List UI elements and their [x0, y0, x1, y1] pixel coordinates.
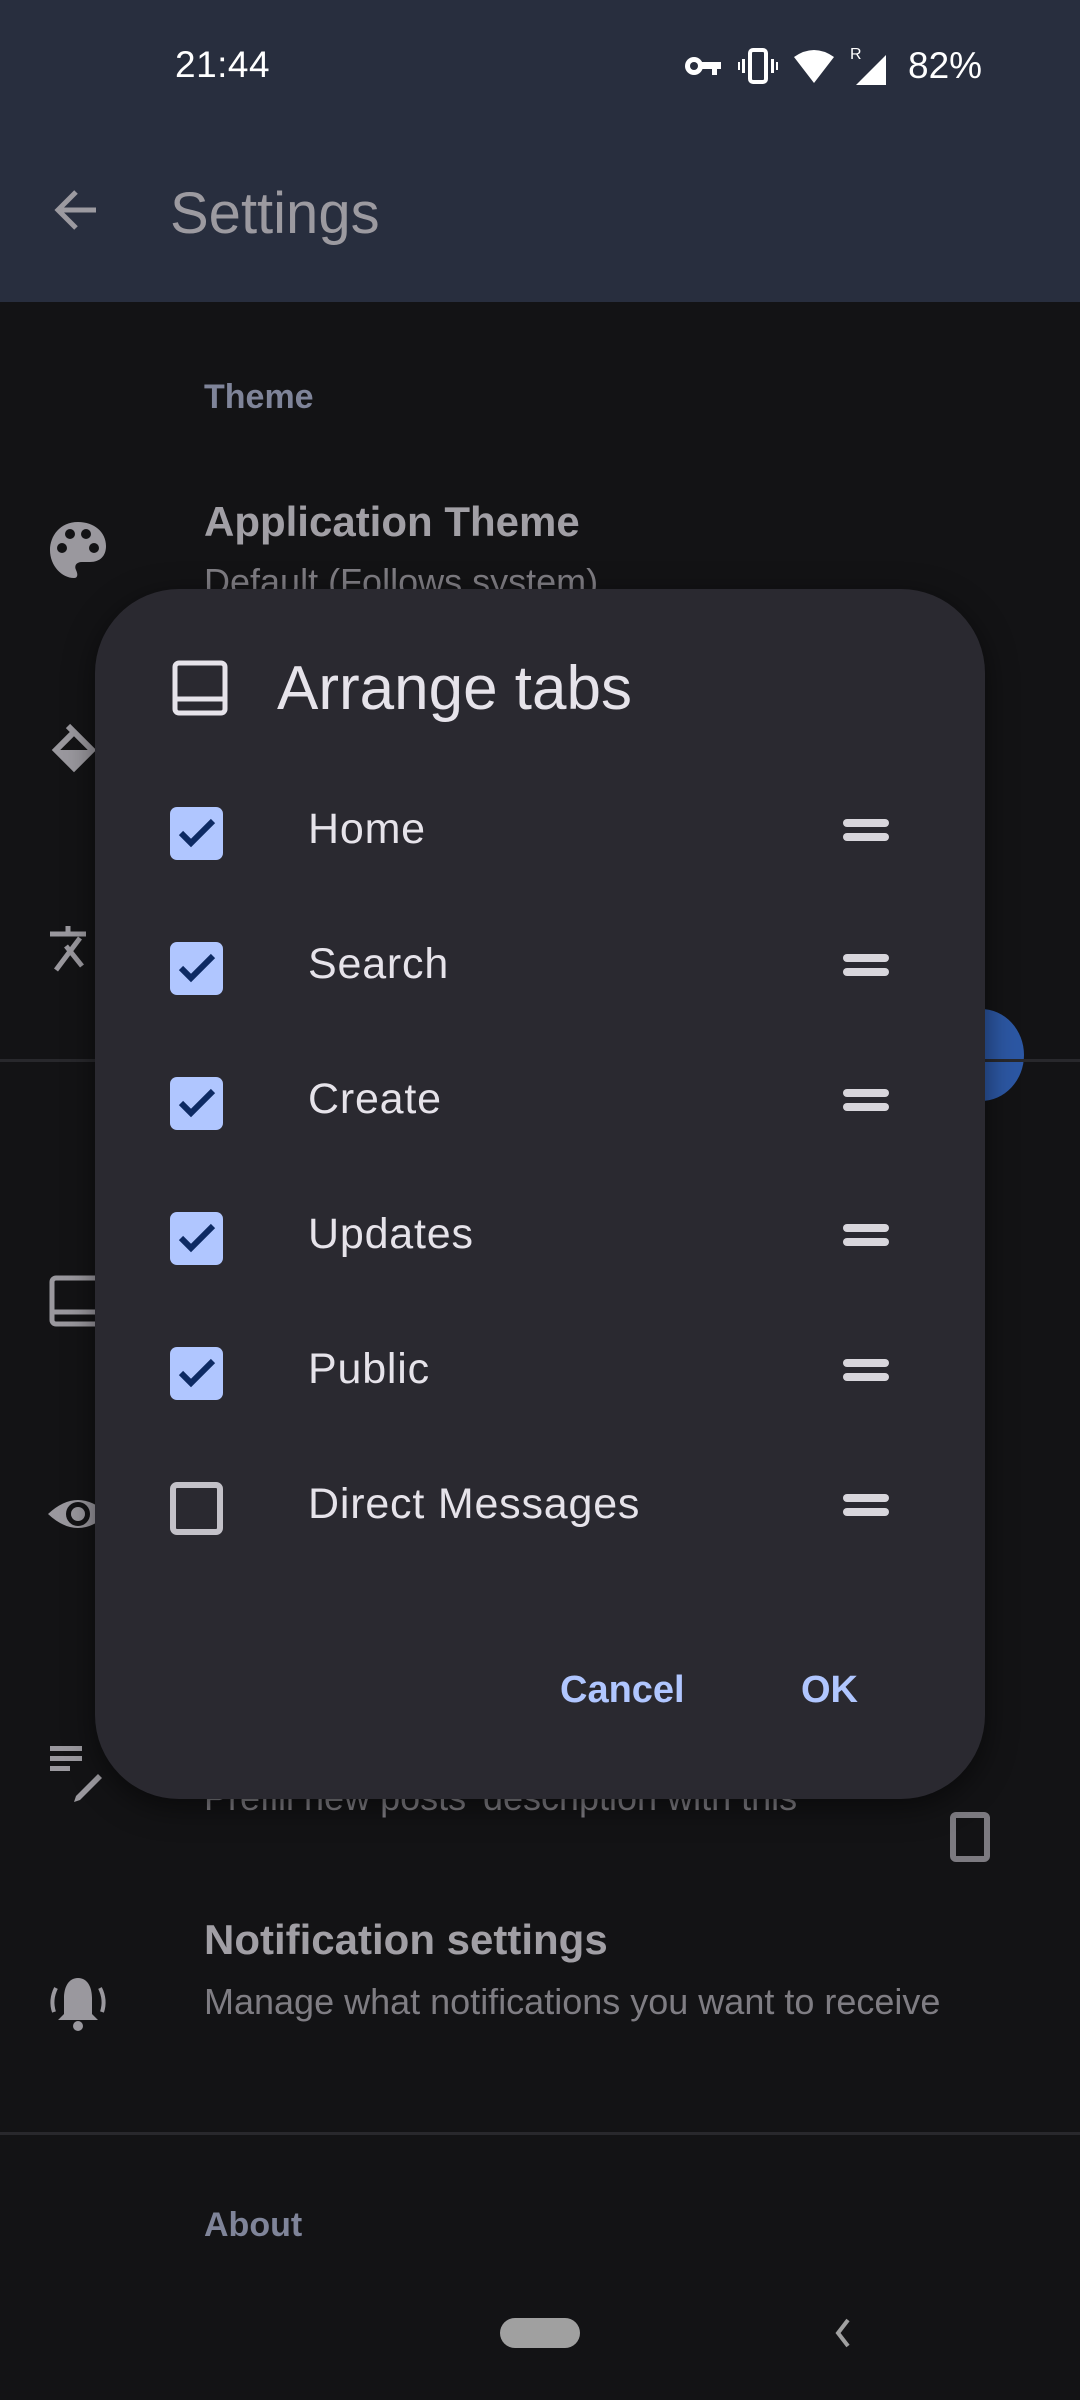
dialog-title: Arrange tabs: [277, 654, 632, 723]
tab-checkbox[interactable]: [170, 1077, 223, 1130]
tab-checkbox[interactable]: [170, 807, 223, 860]
check-icon: [178, 1088, 216, 1118]
drag-handle-icon[interactable]: [843, 1089, 889, 1117]
drag-handle-icon[interactable]: [843, 954, 889, 982]
tab-label: Home: [308, 805, 426, 853]
tab-row[interactable]: Search: [95, 902, 985, 1037]
tab-label: Create: [308, 1075, 442, 1123]
vibrate-icon: [738, 48, 778, 84]
check-icon: [178, 818, 216, 848]
tab-checkbox[interactable]: [170, 1212, 223, 1265]
check-icon: [178, 1223, 216, 1253]
top-app-bar: 21:44 R 82% Settings: [0, 0, 1080, 302]
battery-percentage: 82%: [908, 45, 983, 86]
tab-checkbox[interactable]: [170, 1482, 223, 1535]
tab-label: Direct Messages: [308, 1480, 641, 1528]
cancel-button[interactable]: Cancel: [560, 1669, 685, 1712]
tab-row[interactable]: Direct Messages: [95, 1442, 985, 1577]
signal-roaming-icon: R: [850, 46, 886, 85]
status-icons: R 82%: [684, 44, 982, 88]
arrange-tabs-dialog: Arrange tabs Home Search Create Updates Publ…: [95, 589, 985, 1799]
arrow-back-icon[interactable]: [48, 180, 108, 240]
page-title: Settings: [170, 181, 380, 246]
wifi-icon: [794, 50, 834, 83]
tab-row[interactable]: Updates: [95, 1172, 985, 1307]
back-chevron-icon[interactable]: [828, 2316, 858, 2350]
status-time: 21:44: [175, 44, 271, 85]
drag-handle-icon[interactable]: [843, 1359, 889, 1387]
tab-row[interactable]: Create: [95, 1037, 985, 1172]
tab-label: Search: [308, 940, 450, 988]
drag-handle-icon[interactable]: [843, 819, 889, 847]
svg-text:R: R: [850, 46, 862, 63]
tab-checkbox[interactable]: [170, 942, 223, 995]
tab-checkbox[interactable]: [170, 1347, 223, 1400]
drag-handle-icon[interactable]: [843, 1224, 889, 1252]
check-icon: [178, 1358, 216, 1388]
tab-icon: [172, 660, 228, 716]
home-pill[interactable]: [500, 2318, 580, 2348]
check-icon: [178, 953, 216, 983]
tab-label: Updates: [308, 1210, 474, 1258]
tab-row[interactable]: Home: [95, 767, 985, 902]
drag-handle-icon[interactable]: [843, 1494, 889, 1522]
tab-row[interactable]: Public: [95, 1307, 985, 1442]
vpn-key-icon: [685, 57, 721, 75]
tab-label: Public: [308, 1345, 430, 1393]
ok-button[interactable]: OK: [801, 1669, 858, 1712]
